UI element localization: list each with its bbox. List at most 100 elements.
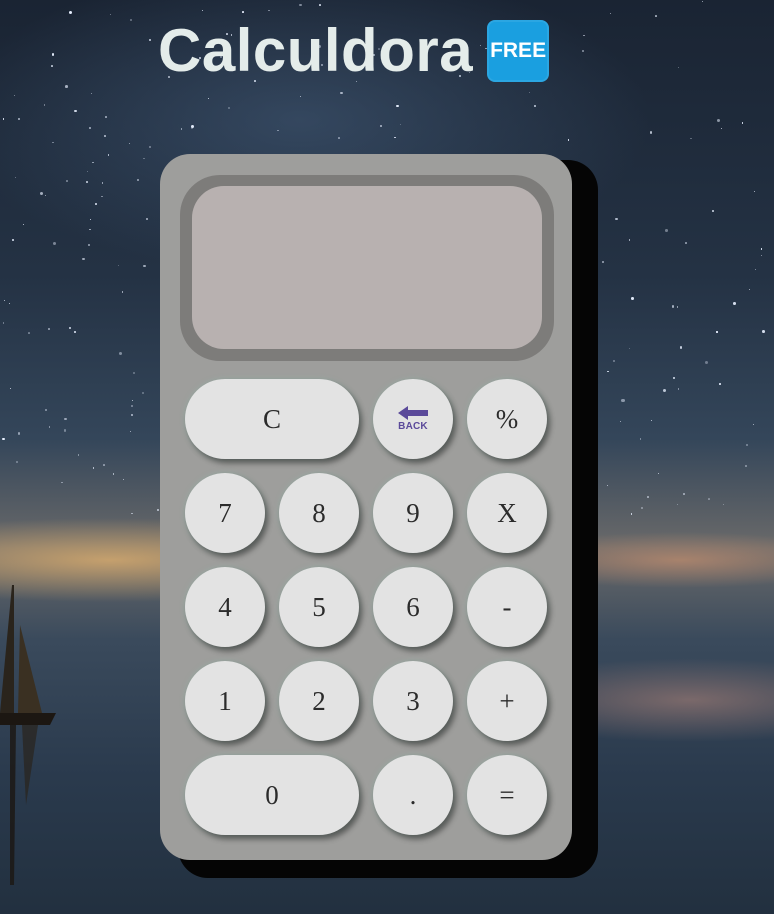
- minus-button[interactable]: -: [467, 567, 547, 647]
- star: [319, 4, 321, 6]
- star: [12, 239, 15, 242]
- back-button[interactable]: BACK: [373, 379, 453, 459]
- star: [48, 426, 50, 428]
- star: [3, 300, 5, 302]
- star: [673, 377, 675, 379]
- star: [69, 10, 73, 14]
- star: [88, 243, 91, 247]
- percent-button[interactable]: %: [467, 379, 547, 459]
- star: [639, 438, 642, 441]
- digit-7-button[interactable]: 7: [185, 473, 265, 553]
- star: [630, 513, 633, 515]
- digit-4-button[interactable]: 4: [185, 567, 265, 647]
- star: [90, 93, 92, 95]
- star: [121, 291, 124, 294]
- star: [621, 399, 625, 403]
- digit-2-button[interactable]: 2: [279, 661, 359, 741]
- star: [620, 421, 622, 423]
- star: [400, 124, 402, 126]
- equals-button[interactable]: =: [467, 755, 547, 835]
- clear-button[interactable]: C: [185, 379, 359, 459]
- star: [338, 137, 340, 139]
- star: [379, 125, 382, 128]
- star: [100, 195, 103, 198]
- star: [63, 429, 67, 432]
- star: [129, 19, 132, 22]
- star: [73, 331, 76, 334]
- digit-1-button[interactable]: 1: [185, 661, 265, 741]
- digit-9-button[interactable]: 9: [373, 473, 453, 553]
- plus-button[interactable]: +: [467, 661, 547, 741]
- digit-3-button[interactable]: 3: [373, 661, 453, 741]
- star: [676, 306, 678, 308]
- star: [582, 49, 585, 52]
- star: [142, 392, 145, 395]
- star: [109, 13, 112, 16]
- star: [86, 170, 89, 173]
- star: [641, 506, 644, 509]
- star: [143, 158, 145, 160]
- star: [533, 104, 536, 107]
- star: [145, 218, 148, 221]
- star: [132, 371, 135, 374]
- star: [394, 136, 396, 138]
- star: [27, 332, 30, 335]
- star: [708, 497, 710, 500]
- star: [137, 178, 140, 181]
- star: [761, 248, 763, 250]
- decimal-button[interactable]: .: [373, 755, 453, 835]
- star: [760, 255, 763, 257]
- digit-8-button[interactable]: 8: [279, 473, 359, 553]
- star: [112, 473, 115, 475]
- star: [16, 460, 19, 463]
- star: [227, 106, 230, 110]
- digit-6-button[interactable]: 6: [373, 567, 453, 647]
- star: [665, 229, 668, 233]
- star: [207, 97, 210, 100]
- star: [277, 130, 279, 132]
- star: [677, 503, 679, 505]
- star: [679, 346, 683, 349]
- star: [44, 104, 46, 106]
- star: [149, 38, 152, 41]
- star: [64, 417, 67, 420]
- star: [156, 509, 159, 512]
- star: [65, 84, 69, 88]
- star: [22, 224, 24, 226]
- star: [716, 118, 720, 123]
- star: [582, 34, 585, 37]
- multiply-button[interactable]: X: [467, 473, 547, 553]
- star: [745, 464, 748, 467]
- star: [89, 218, 91, 220]
- star: [51, 53, 55, 56]
- star: [762, 330, 766, 334]
- display-screen: [192, 186, 542, 349]
- star: [671, 305, 675, 309]
- star: [68, 326, 72, 329]
- digit-5-button[interactable]: 5: [279, 567, 359, 647]
- star: [117, 265, 120, 267]
- star: [629, 239, 631, 241]
- star: [268, 9, 270, 12]
- star: [612, 360, 615, 362]
- star: [88, 126, 91, 129]
- star: [658, 472, 660, 474]
- star: [128, 143, 131, 145]
- star: [143, 265, 146, 268]
- star: [180, 128, 183, 130]
- star: [9, 388, 11, 390]
- star: [716, 331, 718, 333]
- free-badge: FREE: [487, 20, 550, 82]
- back-label: BACK: [398, 421, 428, 432]
- star: [8, 302, 11, 305]
- star: [103, 134, 106, 137]
- display-frame: [180, 175, 554, 361]
- star: [678, 67, 680, 69]
- star: [86, 180, 89, 183]
- calculator: C BACK % 7 8 9 X 4 5 6 - 1 2 3 + 0 . =: [160, 154, 572, 860]
- star: [104, 116, 107, 119]
- star: [602, 261, 605, 264]
- star: [718, 382, 721, 385]
- digit-0-button[interactable]: 0: [185, 755, 359, 835]
- sailboat-silhouette: [0, 585, 56, 885]
